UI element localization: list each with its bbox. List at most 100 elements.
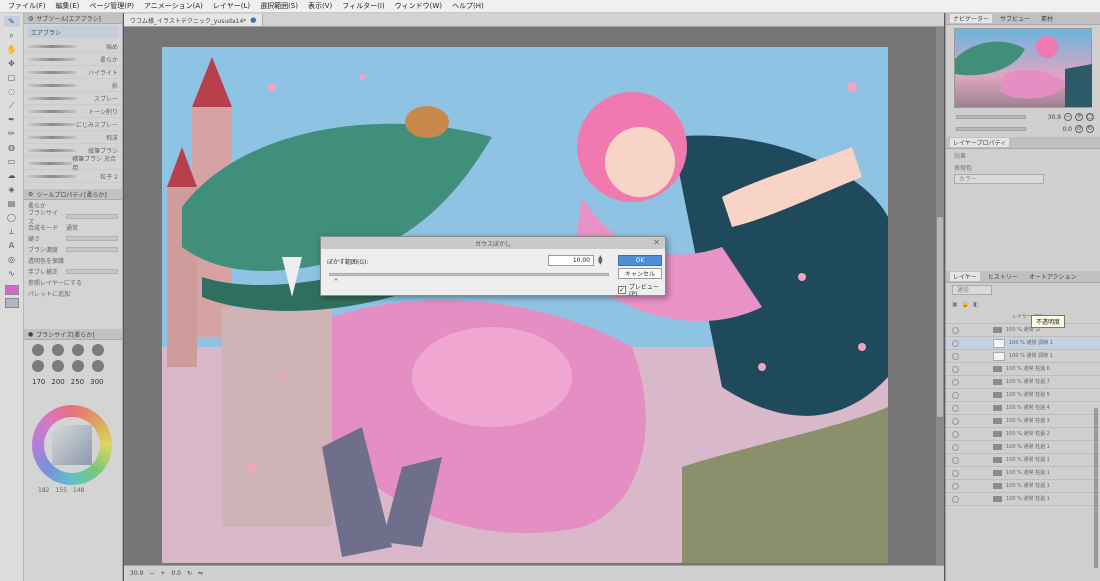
- brush-size-dot[interactable]: [32, 360, 44, 372]
- fit-icon[interactable]: □: [1086, 113, 1094, 121]
- color-square[interactable]: [52, 425, 92, 465]
- artwork-canvas[interactable]: [162, 47, 888, 563]
- layer-row[interactable]: 100 % 通常 柱過 2: [946, 428, 1100, 441]
- subtool-item[interactable]: 横筆ブラシ 光合用: [24, 156, 122, 172]
- zoom-value[interactable]: 30.9: [130, 570, 143, 577]
- eye-icon[interactable]: [952, 404, 959, 412]
- layer-scrollbar[interactable]: [1094, 408, 1098, 568]
- cancel-button[interactable]: キャンセル: [618, 268, 662, 279]
- eye-icon[interactable]: [952, 352, 959, 360]
- blend-tool-icon[interactable]: ☁: [4, 170, 20, 181]
- layer-row[interactable]: 100 % 通常 柱過 5: [946, 389, 1100, 402]
- blur-range-input[interactable]: 10.00: [548, 255, 594, 266]
- blend-mode-select[interactable]: 通常: [952, 285, 992, 295]
- menu-window[interactable]: ウィンドウ(W): [391, 1, 448, 11]
- eye-icon[interactable]: [952, 469, 959, 477]
- layer-row[interactable]: 100 % 通常 柱過 4: [946, 402, 1100, 415]
- balloon-tool-icon[interactable]: ◎: [4, 254, 20, 265]
- navigator-zoom-slider[interactable]: [956, 115, 1026, 119]
- stabilization-row[interactable]: 手ブレ補正: [24, 266, 122, 277]
- angle-value[interactable]: 0.0: [171, 570, 181, 577]
- layer-row[interactable]: 100 % 通常 柱過 1: [946, 480, 1100, 493]
- menu-view[interactable]: 表示(V): [304, 1, 338, 11]
- subtool-item[interactable]: 強め: [24, 40, 122, 53]
- blur-range-slider[interactable]: [329, 273, 609, 276]
- sub-color-swatch[interactable]: [4, 298, 19, 308]
- slider-knob-icon[interactable]: ^: [333, 278, 339, 286]
- subtool-item[interactable]: ハイライト: [24, 66, 122, 79]
- canvas-vertical-scrollbar[interactable]: [936, 27, 944, 565]
- spin-icon[interactable]: ▲ ▼: [598, 255, 603, 266]
- color-wheel[interactable]: [32, 405, 112, 485]
- hardness-row[interactable]: 硬さ: [24, 233, 122, 244]
- brush-size-dot[interactable]: [72, 344, 84, 356]
- brush-size-dot[interactable]: [52, 344, 64, 356]
- close-icon[interactable]: ✕: [653, 238, 660, 247]
- preview-checkbox[interactable]: ✓ プレビュー(P): [618, 282, 665, 298]
- brush-size-dot[interactable]: [72, 360, 84, 372]
- lasso-tool-icon[interactable]: ◌: [4, 86, 20, 97]
- new-layer-icon[interactable]: ▣: [952, 301, 958, 308]
- navigator-preview[interactable]: [954, 28, 1092, 108]
- move-tool-icon[interactable]: ✥: [4, 58, 20, 69]
- rotate-left-icon[interactable]: ↺: [1075, 125, 1083, 133]
- subtool-item[interactable]: にじみスプレー: [24, 118, 122, 131]
- eye-icon[interactable]: [952, 326, 959, 334]
- line-fix-tool-icon[interactable]: ∿: [4, 268, 20, 279]
- menu-help[interactable]: ヘルプ(H): [448, 1, 490, 11]
- display-color-select[interactable]: カラー: [954, 174, 1044, 184]
- menu-page[interactable]: ページ管理(P): [85, 1, 140, 11]
- tab-auto-action[interactable]: オートアクション: [1026, 272, 1080, 281]
- zoom-out-icon[interactable]: −: [149, 570, 154, 577]
- menu-selection[interactable]: 選択範囲(S): [256, 1, 304, 11]
- subtool-item[interactable]: 影: [24, 79, 122, 92]
- hand-tool-icon[interactable]: ✋: [4, 44, 20, 55]
- main-color-swatch[interactable]: [4, 285, 19, 295]
- eye-icon[interactable]: [952, 430, 959, 438]
- layer-row[interactable]: 100 % 通常 柱過 1: [946, 441, 1100, 454]
- tab-materials[interactable]: 素材: [1038, 14, 1056, 23]
- menu-edit[interactable]: 編集(E): [52, 1, 86, 11]
- layer-row[interactable]: 100 % 通常 ヨ: [946, 324, 1100, 337]
- layer-row[interactable]: 100 % 通常 柱過 1: [946, 454, 1100, 467]
- select-tool-icon[interactable]: ▢: [4, 72, 20, 83]
- menu-animation[interactable]: アニメーション(A): [140, 1, 209, 11]
- protect-alpha-row[interactable]: 透明色を保護: [24, 255, 122, 266]
- brush-size-row[interactable]: ブラシサイズ: [24, 210, 122, 226]
- add-to-palette-row[interactable]: パレットに追加: [24, 288, 122, 299]
- layer-row[interactable]: 100 % 通常 柱過 7: [946, 376, 1100, 389]
- brush-size-dot[interactable]: [92, 360, 104, 372]
- brush-size-dot[interactable]: [32, 344, 44, 356]
- text-tool-icon[interactable]: A: [4, 240, 20, 251]
- subtool-item[interactable]: スプレー: [24, 92, 122, 105]
- brush-tool-icon[interactable]: ✎: [3, 16, 20, 27]
- flip-icon[interactable]: ⇋: [198, 570, 203, 577]
- layer-row[interactable]: 100 % 通常 柱過 6: [946, 363, 1100, 376]
- pencil-tool-icon[interactable]: ✏: [4, 128, 20, 139]
- tab-history[interactable]: ヒストリー: [985, 272, 1021, 281]
- eye-icon[interactable]: [952, 365, 959, 373]
- subtool-item[interactable]: 飛沫: [24, 131, 122, 144]
- layer-row[interactable]: 100 % 通常 調節 1: [946, 350, 1100, 363]
- eyedropper-tool-icon[interactable]: ⟋: [4, 100, 20, 111]
- eye-icon[interactable]: [952, 443, 959, 451]
- eye-icon[interactable]: [952, 378, 959, 386]
- clip-icon[interactable]: ◧: [973, 301, 979, 308]
- tab-navigator[interactable]: ナビゲーター: [950, 14, 993, 23]
- eraser-tool-icon[interactable]: ▭: [4, 156, 20, 167]
- brush-density-row[interactable]: ブラシ濃度: [24, 244, 122, 255]
- ruler-tool-icon[interactable]: ⟂: [4, 226, 20, 237]
- subtool-group-tab[interactable]: エアブラシ: [27, 26, 119, 38]
- gradient-tool-icon[interactable]: ▤: [4, 198, 20, 209]
- layer-row[interactable]: 100 % 通常 調節 1: [946, 337, 1100, 350]
- eye-icon[interactable]: [952, 482, 959, 490]
- layer-row[interactable]: 100 % 通常 柱過 1: [946, 467, 1100, 480]
- reference-layer-row[interactable]: 参照レイヤーにする: [24, 277, 122, 288]
- document-tab[interactable]: ワコム様_イラストテクニック_yusuda14* ●: [124, 14, 264, 26]
- zoom-in-icon[interactable]: +: [160, 570, 165, 577]
- tab-subview[interactable]: サブビュー: [997, 14, 1033, 23]
- close-tab-icon[interactable]: ●: [250, 16, 256, 24]
- subtool-item[interactable]: 柔らか: [24, 53, 122, 66]
- fill-tool-icon[interactable]: ◈: [4, 184, 20, 195]
- checkmark-icon[interactable]: ✓: [618, 286, 626, 294]
